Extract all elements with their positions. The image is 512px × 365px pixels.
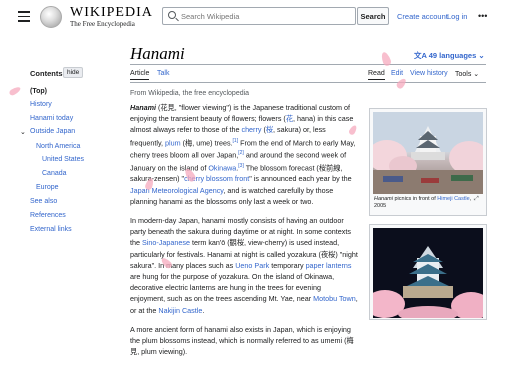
page-title: Hanami [130,44,185,63]
tab-talk[interactable]: Talk [157,70,169,77]
tab-read[interactable]: Read [368,70,385,80]
toc-item-top[interactable]: (Top) [30,88,47,95]
toc-item-history[interactable]: History [30,101,52,108]
link-nakijin-castle[interactable]: Nakijin Castle [158,306,202,315]
search-input[interactable] [181,8,351,24]
chevron-down-icon: ⌄ [473,71,480,78]
night-castle-photo[interactable] [373,228,483,318]
link-ueno-park[interactable]: Ueno Park [235,261,269,270]
paragraph-plum: A more ancient form of hanami also exist… [130,324,354,357]
toc-item-europe[interactable]: Europe [36,184,59,191]
logo-tagline: The Free Encyclopedia [70,20,135,28]
language-button[interactable]: 文A 49 languages ⌄ [414,50,485,61]
link-sakura[interactable]: 桜 [266,125,273,134]
link-cherry[interactable]: cherry [241,125,261,134]
toc-item-canada[interactable]: Canada [42,170,67,177]
link-hana[interactable]: 花 [286,114,293,123]
tools-label: Tools [455,71,472,78]
search-box[interactable] [162,7,356,25]
text: . [202,305,205,315]
logo-wordmark[interactable]: WIKIPEDIA [70,5,153,21]
toc-item-see-also[interactable]: See also [30,198,57,205]
tab-view-history[interactable]: View history [410,70,448,77]
main-menu-icon[interactable] [18,11,30,22]
petal-decoration [395,77,408,90]
bold-term: Hanami [130,103,156,112]
ellipsis-icon[interactable]: ••• [478,11,487,21]
search-button[interactable]: Search [357,7,389,25]
tab-article[interactable]: Article [130,70,150,80]
caption-text: picnics in front of [392,196,438,202]
toc-item-references[interactable]: References [30,212,66,219]
enlarge-icon[interactable]: ⤢ [474,196,479,203]
language-count: 49 languages [428,51,477,60]
figure-himeji-castle: Hanami picnics in front of Himeji Castle… [369,108,487,216]
create-account-link[interactable]: Create account [397,12,448,21]
header: WIKIPEDIA The Free Encyclopedia Search C… [0,0,512,36]
translate-icon: 文A [414,51,429,60]
toc-item-hanami-today[interactable]: Hanami today [30,115,73,122]
text: are hung for the purpose of yozakura. On… [130,272,335,304]
link-paper-lanterns[interactable]: paper lanterns [306,261,352,270]
search-icon [168,11,176,19]
link-himeji-castle[interactable]: Himeji Castle [437,196,469,202]
tab-edit[interactable]: Edit [391,70,403,77]
log-in-link[interactable]: Log in [447,12,467,21]
paragraph-intro: Hanami (花見, "flower viewing") is the Jap… [130,102,358,207]
toc-hide-button[interactable]: hide [63,67,84,78]
toc-item-north-america[interactable]: North America [36,143,80,150]
caption-term: Hanami [374,196,393,202]
text: " is announced each year by the [249,174,352,184]
chevron-down-icon: ⌄ [478,51,485,60]
text: (梅, ume) trees. [180,138,233,147]
petal-decoration [8,85,22,97]
toc-item-united-states[interactable]: United States [42,156,84,163]
himeji-castle-photo[interactable] [373,112,483,194]
article-body: Hanami (花見, "flower viewing") is the Jap… [130,102,358,365]
title-divider [130,64,486,65]
tabs-divider [130,82,486,83]
tab-tools[interactable]: Tools ⌄ [455,70,479,78]
link-plum[interactable]: plum [165,138,181,147]
castle-photo-art [373,112,483,194]
page-subtitle: From Wikipedia, the free encyclopedia [130,90,250,97]
figure-night-castle [369,224,487,320]
link-okinawa[interactable]: Okinawa [208,163,236,172]
figure-caption: Hanami picnics in front of Himeji Castle… [374,196,482,210]
text: temporary [269,260,306,270]
wikipedia-globe-logo[interactable] [40,6,62,28]
night-castle-art [373,228,483,318]
toc-item-outside-japan[interactable]: Outside Japan [30,128,75,135]
chevron-down-icon[interactable]: ⌄ [20,128,26,136]
link-sino-japanese[interactable]: Sino-Japanese [142,238,190,247]
link-motobu-town[interactable]: Motobu Town [313,294,356,303]
toc-item-external-links[interactable]: External links [30,226,72,233]
toc-title: Contents [30,69,63,78]
